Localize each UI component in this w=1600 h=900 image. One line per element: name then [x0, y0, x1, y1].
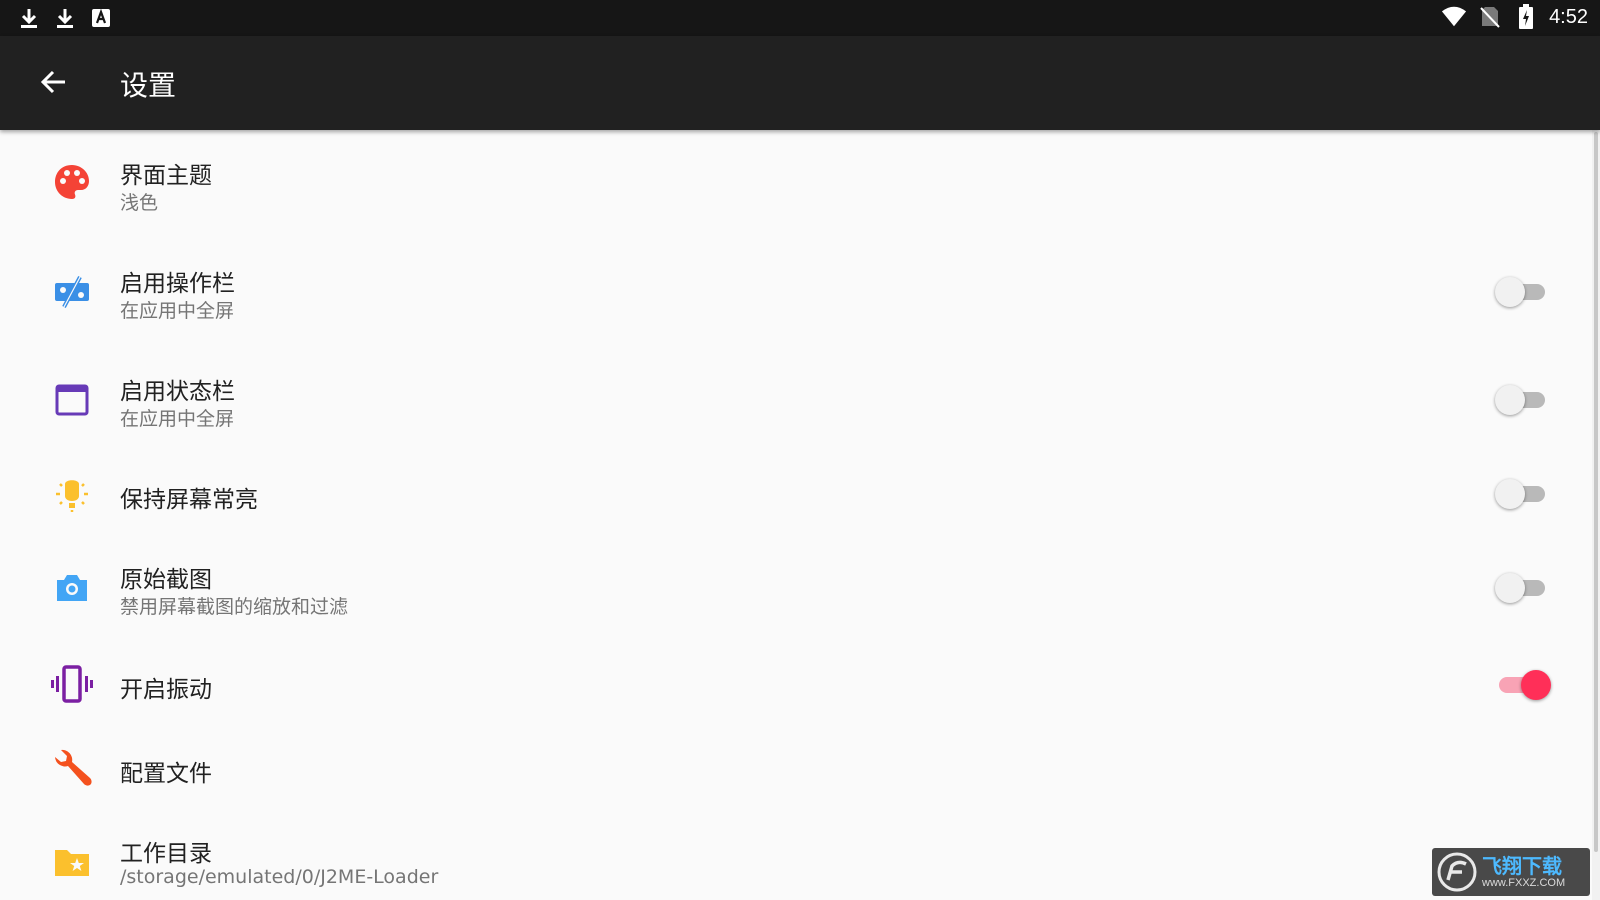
switch-thumb	[1495, 573, 1525, 603]
wrench-icon	[50, 746, 94, 790]
action-bar-switch[interactable]	[1495, 274, 1551, 308]
watermark-logo-icon	[1437, 852, 1477, 892]
percent-tag-icon	[50, 270, 94, 314]
window-icon	[50, 378, 94, 422]
no-sim-icon	[1477, 4, 1503, 30]
setting-profiles[interactable]: 配置文件	[0, 726, 1592, 808]
toolbar: 设置	[0, 36, 1600, 130]
setting-title: 启用操作栏	[120, 271, 235, 297]
setting-theme[interactable]: 界面主题 浅色	[0, 130, 1592, 238]
setting-keep-screen-on[interactable]: 保持屏幕常亮	[0, 454, 1592, 534]
setting-title: 启用状态栏	[120, 379, 235, 405]
setting-vibration[interactable]: 开启振动	[0, 642, 1592, 726]
setting-title: 工作目录	[120, 841, 212, 867]
download-icon	[52, 5, 78, 31]
arrow-back-icon	[40, 70, 65, 94]
palette-icon	[50, 160, 94, 204]
setting-title: 配置文件	[120, 761, 212, 787]
raw-screenshot-switch[interactable]	[1495, 570, 1551, 604]
vibrate-icon	[50, 662, 94, 706]
watermark-url: www.FXXZ.COM	[1482, 877, 1566, 889]
system-icons: 4:52	[1441, 4, 1588, 30]
keep-screen-on-switch[interactable]	[1495, 476, 1551, 510]
switch-thumb	[1521, 670, 1551, 700]
switch-thumb	[1495, 385, 1525, 415]
camera-icon	[50, 566, 94, 610]
setting-subtitle: 在应用中全屏	[120, 300, 235, 322]
setting-subtitle: 浅色	[120, 192, 159, 214]
setting-title: 开启振动	[120, 677, 212, 703]
setting-title: 保持屏幕常亮	[120, 487, 258, 513]
folder-star-icon	[50, 840, 94, 884]
scrollbar-thumb[interactable]	[1594, 132, 1598, 852]
setting-subtitle: /storage/emulated/0/J2ME-Loader	[120, 866, 439, 888]
battery-charging-icon	[1513, 4, 1539, 30]
setting-title: 界面主题	[120, 163, 212, 189]
setting-subtitle: 在应用中全屏	[120, 408, 235, 430]
watermark-title: 飞翔下载	[1482, 854, 1562, 878]
back-button[interactable]	[34, 62, 74, 102]
clock: 4:52	[1549, 5, 1588, 28]
notification-icons	[16, 5, 114, 31]
vibration-switch[interactable]	[1495, 667, 1551, 701]
settings-list: 界面主题 浅色 启用操作栏 在应用中全屏 启用状态栏 在应用中全屏 保持屏幕常亮…	[0, 130, 1592, 900]
setting-subtitle: 禁用屏幕截图的缩放和过滤	[120, 596, 349, 618]
setting-raw-screenshot[interactable]: 原始截图 禁用屏幕截图的缩放和过滤	[0, 534, 1592, 642]
wifi-icon	[1441, 4, 1467, 30]
download-icon	[16, 5, 42, 31]
switch-thumb	[1495, 479, 1525, 509]
setting-title: 原始截图	[120, 567, 212, 593]
status-bar-switch[interactable]	[1495, 382, 1551, 416]
status-bar: 4:52	[0, 0, 1600, 36]
watermark: 飞翔下载 www.FXXZ.COM	[1432, 848, 1590, 896]
page-title: 设置	[120, 69, 177, 102]
text-app-icon	[88, 5, 114, 31]
switch-thumb	[1495, 277, 1525, 307]
lightbulb-icon	[50, 472, 94, 516]
setting-working-dir[interactable]: 工作目录 /storage/emulated/0/J2ME-Loader	[0, 808, 1592, 900]
setting-action-bar[interactable]: 启用操作栏 在应用中全屏	[0, 238, 1592, 346]
setting-status-bar[interactable]: 启用状态栏 在应用中全屏	[0, 346, 1592, 454]
